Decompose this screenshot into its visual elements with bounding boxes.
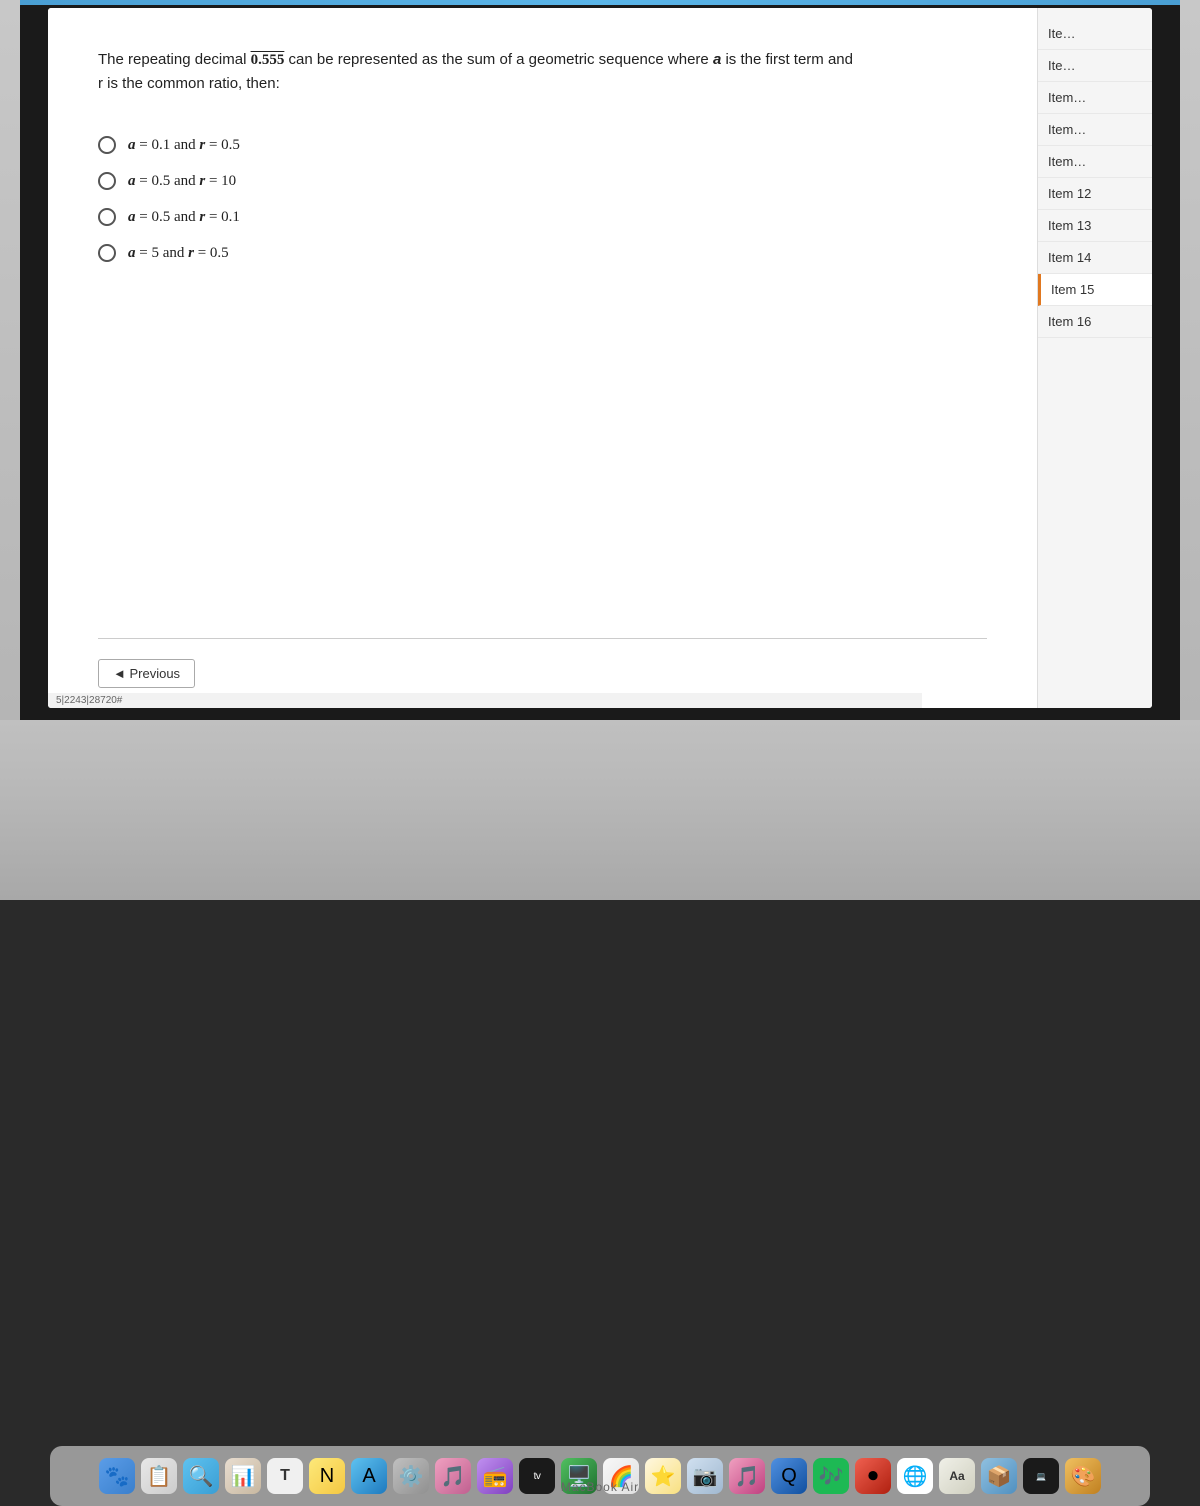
sidebar-item-12[interactable]: Item 12 bbox=[1038, 178, 1152, 210]
sidebar-item-10[interactable]: Item… bbox=[1038, 114, 1152, 146]
dock-icon-reminder[interactable]: ⭐ bbox=[645, 1458, 681, 1494]
option-1-label: a = 0.1 and r = 0.5 bbox=[128, 137, 240, 154]
dock-icon-spotify[interactable]: 🎶 bbox=[813, 1458, 849, 1494]
options-list: a = 0.1 and r = 0.5 a = 0.5 and r = 10 a… bbox=[98, 136, 987, 262]
option-1[interactable]: a = 0.1 and r = 0.5 bbox=[98, 136, 987, 154]
decimal-value: 0.555 bbox=[251, 52, 285, 68]
screen: The repeating decimal 0.555 can be repre… bbox=[48, 8, 1152, 708]
url-text: 5|2243|28720# bbox=[56, 695, 122, 706]
right-sidebar: Ite… Ite… Item… Item… Item… Item 12 Item… bbox=[1037, 8, 1152, 708]
option-3-label: a = 0.5 and r = 0.1 bbox=[128, 209, 240, 226]
dock-icon-chrome[interactable]: 🌐 bbox=[897, 1458, 933, 1494]
dock-icon-settings[interactable]: ⚙️ bbox=[393, 1458, 429, 1494]
laptop-outer: The repeating decimal 0.555 can be repre… bbox=[0, 0, 1200, 900]
sidebar-item-7[interactable]: Ite… bbox=[1038, 18, 1152, 50]
dock-icon-safari[interactable]: 🔍 bbox=[183, 1458, 219, 1494]
dock-icon-finder[interactable]: 🐾 bbox=[99, 1458, 135, 1494]
dock-icon-notes[interactable]: N bbox=[309, 1458, 345, 1494]
previous-button[interactable]: ◄ Previous bbox=[98, 659, 195, 688]
dock-icon-launchpad[interactable]: 📋 bbox=[141, 1458, 177, 1494]
dock-icon-box[interactable]: 📦 bbox=[981, 1458, 1017, 1494]
question-newline: r is the common ratio, then: bbox=[98, 75, 280, 92]
radio-4[interactable] bbox=[98, 244, 116, 262]
option-4[interactable]: a = 5 and r = 0.5 bbox=[98, 244, 987, 262]
question-intro: The repeating decimal bbox=[98, 51, 251, 68]
top-accent-bar bbox=[20, 0, 1180, 5]
sidebar-item-13[interactable]: Item 13 bbox=[1038, 210, 1152, 242]
dock-icon-itunes[interactable]: 🎵 bbox=[729, 1458, 765, 1494]
question-middle: can be represented as the sum of a geome… bbox=[284, 51, 713, 68]
dock-icon-text[interactable]: T bbox=[267, 1458, 303, 1494]
dock-icon-quicktime[interactable]: Q bbox=[771, 1458, 807, 1494]
bottom-nav: ◄ Previous bbox=[98, 638, 987, 688]
sidebar-item-8[interactable]: Ite… bbox=[1038, 50, 1152, 82]
laptop-bottom: 🐾 📋 🔍 📊 T N A ⚙️ 🎵 📻 tv 🖥️ 🌈 ⭐ 📷 🎵 Q 🎶 ⏺… bbox=[0, 720, 1200, 900]
dock: 🐾 📋 🔍 📊 T N A ⚙️ 🎵 📻 tv 🖥️ 🌈 ⭐ 📷 🎵 Q 🎶 ⏺… bbox=[50, 1446, 1150, 1506]
dock-icon-music[interactable]: 🎵 bbox=[435, 1458, 471, 1494]
sidebar-item-15[interactable]: Item 15 bbox=[1038, 274, 1152, 306]
screen-bezel: The repeating decimal 0.555 can be repre… bbox=[20, 0, 1180, 720]
macbook-label: MacBook Air bbox=[561, 1480, 639, 1494]
radio-3[interactable] bbox=[98, 208, 116, 226]
dock-icon-appstore[interactable]: A bbox=[351, 1458, 387, 1494]
main-content: The repeating decimal 0.555 can be repre… bbox=[48, 8, 1037, 708]
question-text: The repeating decimal 0.555 can be repre… bbox=[98, 48, 918, 96]
dock-icon-terminal[interactable]: 💻 bbox=[1023, 1458, 1059, 1494]
sidebar-item-14[interactable]: Item 14 bbox=[1038, 242, 1152, 274]
option-2[interactable]: a = 0.5 and r = 10 bbox=[98, 172, 987, 190]
dock-icon-dict[interactable]: Aa bbox=[939, 1458, 975, 1494]
dock-icon-camera[interactable]: 📷 bbox=[687, 1458, 723, 1494]
sidebar-item-11[interactable]: Item… bbox=[1038, 146, 1152, 178]
radio-2[interactable] bbox=[98, 172, 116, 190]
option-2-label: a = 0.5 and r = 10 bbox=[128, 173, 236, 190]
option-4-label: a = 5 and r = 0.5 bbox=[128, 245, 229, 262]
sidebar-item-16[interactable]: Item 16 bbox=[1038, 306, 1152, 338]
dock-icon-record[interactable]: ⏺ bbox=[855, 1458, 891, 1494]
sidebar-item-9[interactable]: Item… bbox=[1038, 82, 1152, 114]
radio-1[interactable] bbox=[98, 136, 116, 154]
dock-icon-appletv[interactable]: tv bbox=[519, 1458, 555, 1494]
dock-icon-podcast[interactable]: 📻 bbox=[477, 1458, 513, 1494]
url-bar: 5|2243|28720# bbox=[48, 693, 922, 708]
question-middle2: is the first term and bbox=[721, 51, 853, 68]
dock-icon-art[interactable]: 🎨 bbox=[1065, 1458, 1101, 1494]
dock-icon-chart[interactable]: 📊 bbox=[225, 1458, 261, 1494]
option-3[interactable]: a = 0.5 and r = 0.1 bbox=[98, 208, 987, 226]
